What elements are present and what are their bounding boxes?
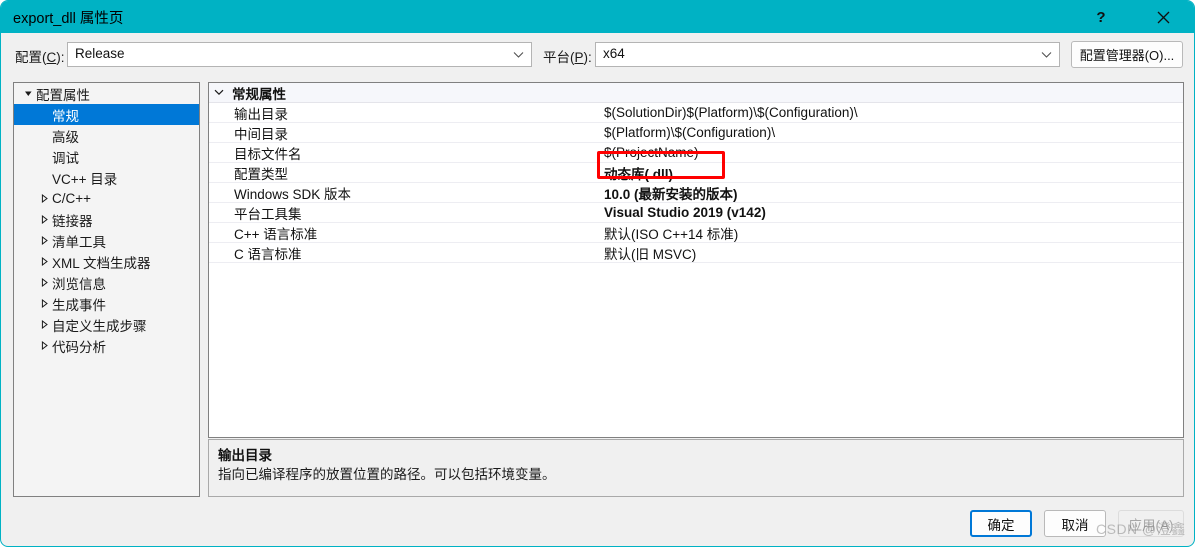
sidebar-item-label: 自定义生成步骤: [52, 318, 147, 334]
chevron-collapsed-icon: [36, 236, 52, 245]
property-name: 目标文件名: [234, 146, 302, 162]
chevron-collapsed-icon: [36, 257, 52, 266]
configuration-label: 配置(C):: [15, 50, 65, 65]
property-row[interactable]: 输出目录 $(SolutionDir)$(Platform)\$(Configur…: [209, 103, 1183, 123]
apply-button: 应用(A): [1118, 510, 1184, 537]
sidebar-item-label: 调试: [52, 150, 79, 166]
property-name: 平台工具集: [234, 206, 302, 222]
sidebar-item-9[interactable]: 浏览信息: [14, 272, 199, 293]
property-value[interactable]: 默认(旧 MSVC): [602, 243, 1183, 263]
sidebar-item-label: 清单工具: [52, 234, 106, 250]
chevron-collapsed-icon: [36, 320, 52, 329]
chevron-down-icon: [513, 43, 524, 66]
chevron-collapsed-icon: [36, 215, 52, 224]
chevron-expanded-icon: [20, 89, 36, 98]
property-description-panel: 输出目录 指向已编译程序的放置位置的路径。可以包括环境变量。: [208, 439, 1184, 497]
property-name: C++ 语言标准: [234, 226, 318, 242]
sidebar-item-label: 代码分析: [52, 339, 106, 355]
sidebar-item-label: 常规: [52, 108, 79, 124]
sidebar-item-7[interactable]: 清单工具: [14, 230, 199, 251]
sidebar-item-10[interactable]: 生成事件: [14, 293, 199, 314]
property-value[interactable]: $(ProjectName): [602, 145, 1183, 160]
sidebar-item-label: 浏览信息: [52, 276, 106, 292]
platform-value: x64: [603, 46, 625, 61]
chevron-collapsed-icon: [36, 299, 52, 308]
help-glyph: ?: [1096, 8, 1106, 26]
sidebar-item-4[interactable]: VC++ 目录: [14, 167, 199, 188]
sidebar-item-label: VC++ 目录: [52, 171, 118, 187]
sidebar-item-label: 配置属性: [36, 87, 90, 103]
title-bar: export_dll 属性页 ?: [1, 1, 1194, 33]
description-title: 输出目录: [218, 448, 272, 463]
property-value[interactable]: 默认(ISO C++14 标准): [602, 223, 1183, 243]
platform-label: 平台(P):: [543, 50, 592, 65]
chevron-down-icon: [1041, 43, 1052, 66]
sidebar-item-label: C/C++: [52, 191, 92, 206]
cancel-button[interactable]: 取消: [1044, 510, 1106, 537]
property-name: Windows SDK 版本: [234, 186, 352, 202]
close-icon[interactable]: [1140, 1, 1186, 33]
property-row[interactable]: 中间目录 $(Platform)\$(Configuration)\: [209, 123, 1183, 143]
sidebar-item-11[interactable]: 自定义生成步骤: [14, 314, 199, 335]
configuration-value: Release: [75, 46, 125, 61]
property-row[interactable]: C 语言标准 默认(旧 MSVC): [209, 243, 1183, 263]
property-category-label: 常规属性: [232, 86, 286, 102]
sidebar-item-3[interactable]: 调试: [14, 146, 199, 167]
sidebar-item-2[interactable]: 高级: [14, 125, 199, 146]
configuration-properties-tree[interactable]: 配置属性常规高级调试 VC++ 目录 C/C++ 链接器清单工具 XML 文档生成器 浏览…: [13, 82, 200, 497]
property-grid[interactable]: 常规属性输出目录 $(SolutionDir)$(Platform)\$(Conf…: [208, 82, 1184, 438]
chevron-collapsed-icon: [36, 278, 52, 287]
sidebar-item-12[interactable]: 代码分析: [14, 335, 199, 356]
property-name: C 语言标准: [234, 246, 302, 262]
property-value[interactable]: 动态库(.dll): [602, 163, 1183, 183]
chevron-collapsed-icon: [36, 194, 52, 203]
configuration-bar: 配置(C): Release 平台(P): x64 配置管理器(O)...: [1, 33, 1194, 79]
window-title: export_dll 属性页: [13, 10, 124, 27]
sidebar-item-label: 链接器: [52, 213, 93, 229]
description-text: 指向已编译程序的放置位置的路径。可以包括环境变量。: [218, 467, 556, 482]
property-value[interactable]: Visual Studio 2019 (v142): [602, 205, 1183, 220]
configuration-manager-button[interactable]: 配置管理器(O)...: [1071, 41, 1183, 68]
property-name: 配置类型: [234, 166, 288, 182]
sidebar-item-label: 高级: [52, 129, 79, 145]
property-value[interactable]: 10.0 (最新安装的版本): [602, 183, 1183, 203]
platform-dropdown[interactable]: x64: [595, 42, 1060, 67]
sidebar-item-label: XML 文档生成器: [52, 255, 151, 271]
sidebar-item-6[interactable]: 链接器: [14, 209, 199, 230]
property-value[interactable]: $(SolutionDir)$(Platform)\$(Configuratio…: [602, 105, 1183, 120]
property-row[interactable]: Windows SDK 版本 10.0 (最新安装的版本): [209, 183, 1183, 203]
property-row[interactable]: 目标文件名 $(ProjectName): [209, 143, 1183, 163]
ok-button[interactable]: 确定: [970, 510, 1032, 537]
property-name: 输出目录: [234, 106, 288, 122]
property-row[interactable]: 平台工具集 Visual Studio 2019 (v142): [209, 203, 1183, 223]
sidebar-item-5[interactable]: C/C++: [14, 188, 199, 209]
help-icon[interactable]: ?: [1078, 1, 1124, 33]
chevron-collapsed-icon: [36, 341, 52, 350]
configuration-dropdown[interactable]: Release: [67, 42, 532, 67]
property-pages-dialog: export_dll 属性页 ? 配置(C): Release 平台(P): x…: [0, 0, 1195, 547]
property-name: 中间目录: [234, 126, 288, 142]
property-category-row[interactable]: 常规属性: [209, 83, 1183, 103]
property-row[interactable]: C++ 语言标准 默认(ISO C++14 标准): [209, 223, 1183, 243]
sidebar-item-1[interactable]: 常规: [14, 104, 199, 125]
chevron-down-icon[interactable]: [209, 89, 229, 96]
sidebar-item-0[interactable]: 配置属性: [14, 83, 199, 104]
sidebar-item-8[interactable]: XML 文档生成器: [14, 251, 199, 272]
property-row[interactable]: 配置类型 动态库(.dll): [209, 163, 1183, 183]
property-value[interactable]: $(Platform)\$(Configuration)\: [602, 125, 1183, 140]
sidebar-item-label: 生成事件: [52, 297, 106, 313]
